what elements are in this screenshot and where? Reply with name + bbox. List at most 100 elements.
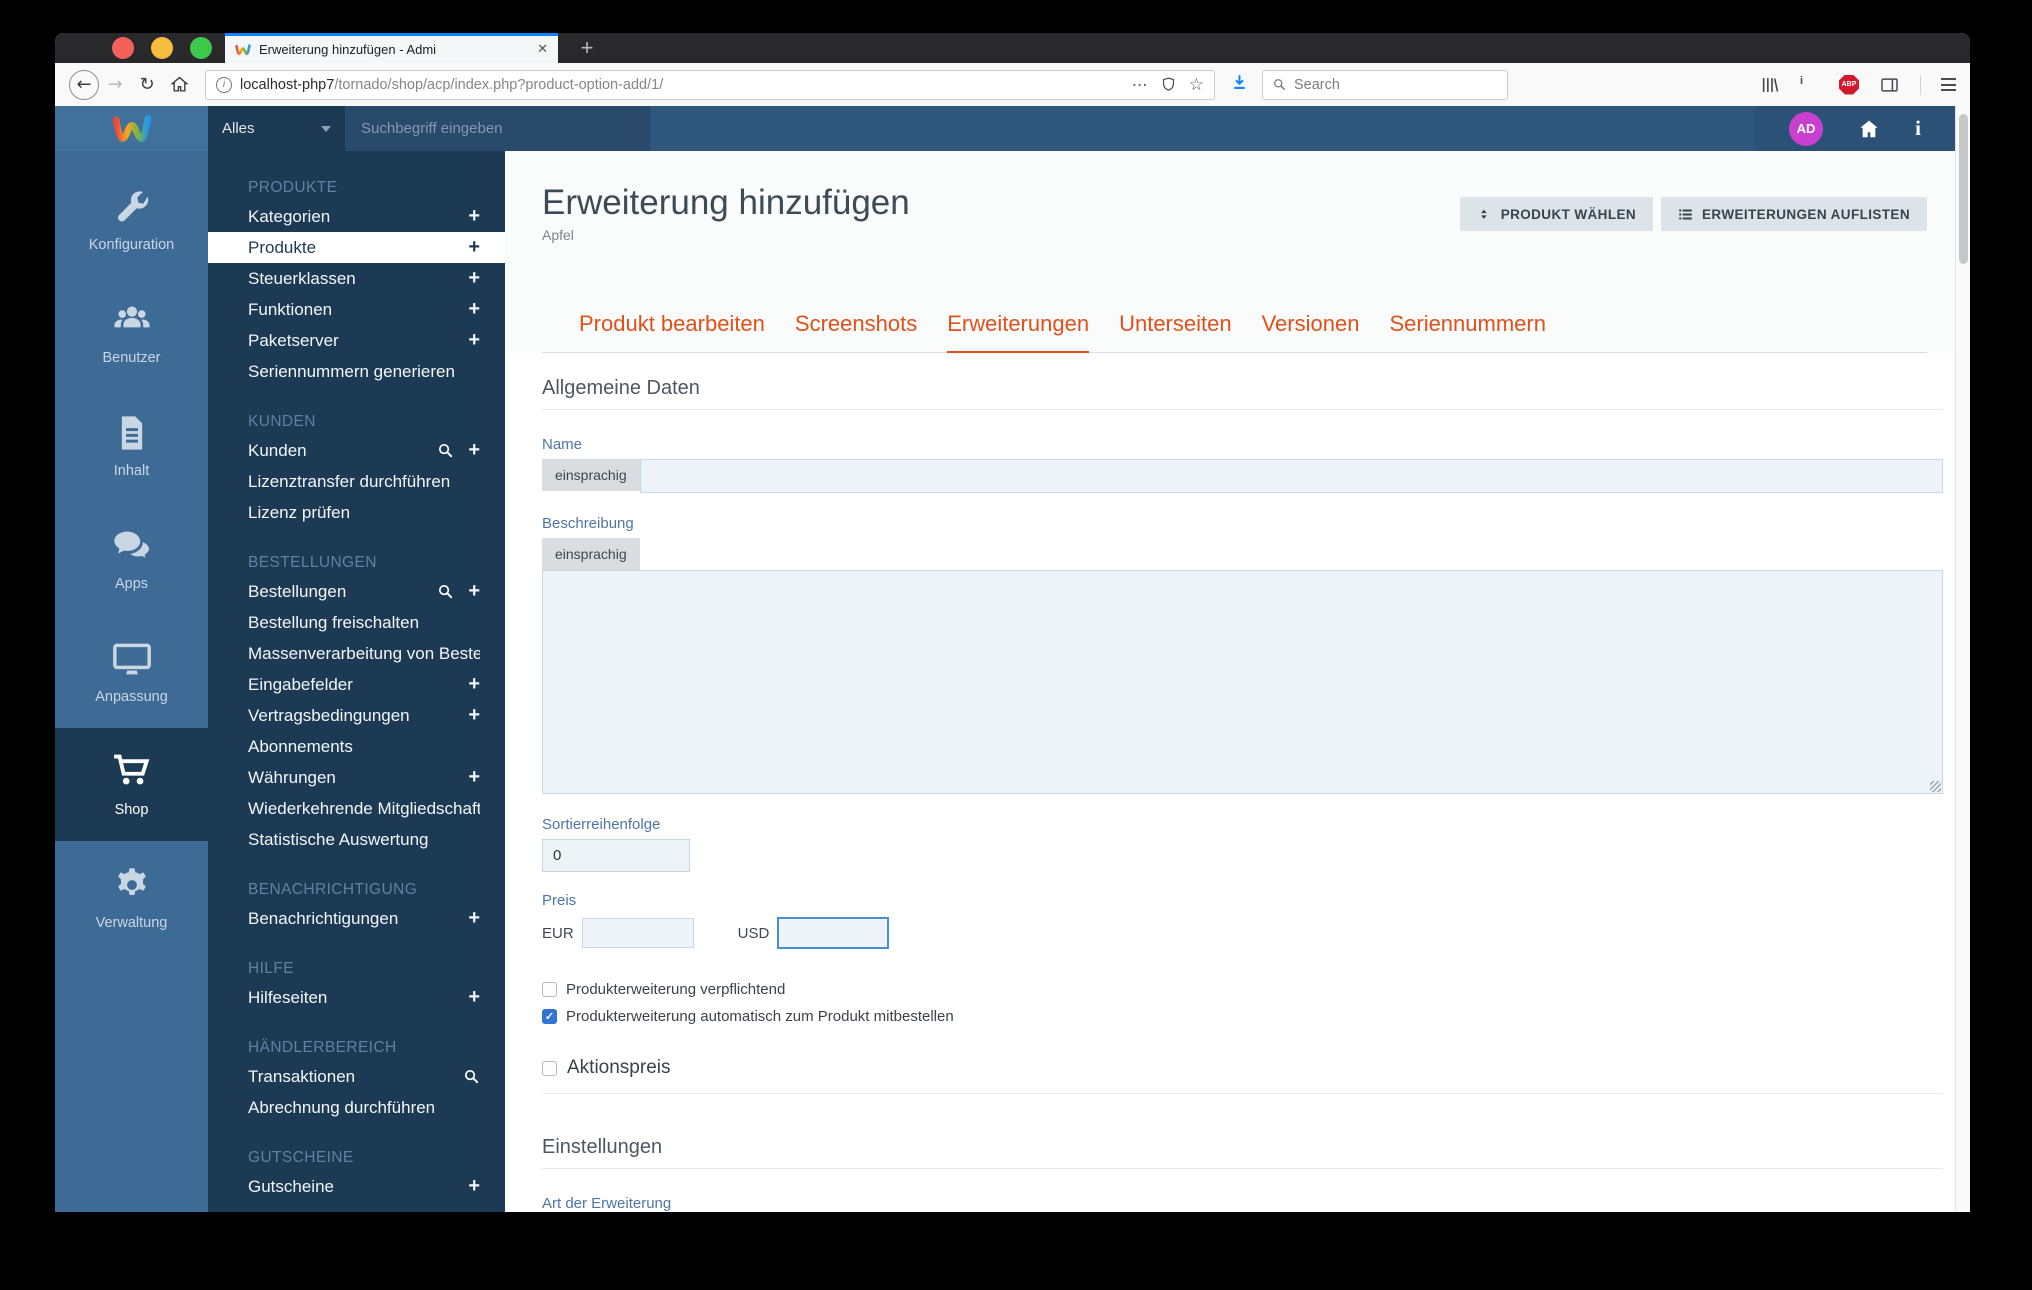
tracking-shield-icon[interactable]: [1160, 76, 1177, 93]
plus-icon[interactable]: +: [468, 673, 480, 696]
plus-icon[interactable]: +: [468, 329, 480, 352]
minimize-window-button[interactable]: [151, 37, 173, 59]
search-icon[interactable]: [437, 442, 454, 459]
account-info-icon[interactable]: i: [1800, 75, 1819, 94]
menu-item-eingabefelder[interactable]: Eingabefelder +: [208, 669, 505, 700]
adblock-icon[interactable]: ABP: [1839, 75, 1859, 95]
promo-price-checkbox[interactable]: [542, 1061, 557, 1076]
home-button[interactable]: [163, 69, 195, 101]
frontend-home-icon[interactable]: [1857, 118, 1881, 140]
menu-item-benachrichtigungen[interactable]: Benachrichtigungen +: [208, 903, 505, 934]
browser-search-field[interactable]: Search: [1262, 70, 1508, 100]
sort-order-input[interactable]: [542, 839, 690, 872]
menu-item-abrechnung[interactable]: Abrechnung durchführen: [208, 1092, 505, 1123]
description-language-tab[interactable]: einsprachig: [542, 538, 640, 570]
plus-icon[interactable]: +: [468, 1175, 480, 1198]
menu-item-lizenz-pruefen[interactable]: Lizenz prüfen: [208, 497, 505, 528]
menu-item-transaktionen[interactable]: Transaktionen: [208, 1061, 505, 1092]
zoom-window-button[interactable]: [190, 37, 212, 59]
menu-item-funktionen[interactable]: Funktionen +: [208, 294, 505, 325]
url-bar[interactable]: i localhost-php7/tornado/shop/acp/index.…: [205, 70, 1215, 100]
menu-item-waehrungen[interactable]: Währungen +: [208, 762, 505, 793]
menu-item-paketserver[interactable]: Paketserver +: [208, 325, 505, 356]
avatar[interactable]: AD: [1789, 112, 1823, 146]
reload-button[interactable]: ↻: [131, 69, 163, 101]
page-scrollbar[interactable]: [1955, 106, 1970, 1212]
tab-produkt-bearbeiten[interactable]: Produkt bearbeiten: [579, 311, 765, 352]
rail-item-inhalt[interactable]: Inhalt: [55, 389, 208, 502]
description-textarea[interactable]: [542, 570, 1943, 794]
search-icon[interactable]: [463, 1068, 480, 1085]
menu-item-kunden[interactable]: Kunden +: [208, 435, 505, 466]
plus-icon[interactable]: +: [468, 580, 480, 603]
menu-item-statistische-auswertung[interactable]: Statistische Auswertung: [208, 824, 505, 855]
tab-close-icon[interactable]: ✕: [537, 42, 548, 57]
close-window-button[interactable]: [112, 37, 134, 59]
tab-unterseiten[interactable]: Unterseiten: [1119, 311, 1232, 352]
tab-screenshots[interactable]: Screenshots: [795, 311, 917, 352]
menu-item-gutscheine[interactable]: Gutscheine +: [208, 1171, 505, 1202]
sidebar-toggle-icon[interactable]: [1879, 75, 1900, 95]
auto-order-checkbox[interactable]: ✓: [542, 1009, 557, 1024]
required-checkbox[interactable]: [542, 982, 557, 997]
menu-item-steuerklassen[interactable]: Steuerklassen +: [208, 263, 505, 294]
plus-icon[interactable]: +: [468, 986, 480, 1009]
tab-seriennummern[interactable]: Seriennummern: [1389, 311, 1546, 352]
rail-item-verwaltung[interactable]: Verwaltung: [55, 841, 208, 954]
menu-item-vertragsbedingungen[interactable]: Vertragsbedingungen +: [208, 700, 505, 731]
forward-button[interactable]: →: [99, 69, 131, 101]
tab-erweiterungen[interactable]: Erweiterungen: [947, 311, 1089, 353]
plus-icon[interactable]: +: [468, 766, 480, 789]
plus-icon[interactable]: +: [468, 704, 480, 727]
menu-item-seriennummern-generieren[interactable]: Seriennummern generieren: [208, 356, 505, 387]
tab-versionen[interactable]: Versionen: [1262, 311, 1360, 352]
page-info-icon[interactable]: i: [216, 77, 232, 93]
search-icon[interactable]: [437, 583, 454, 600]
menu-item-hilfeseiten[interactable]: Hilfeseiten +: [208, 982, 505, 1013]
search-scope-select[interactable]: Alles: [208, 106, 345, 151]
plus-icon[interactable]: +: [468, 907, 480, 930]
plus-icon[interactable]: +: [468, 236, 480, 259]
price-usd-input[interactable]: [777, 917, 889, 949]
choose-product-button[interactable]: PRODUKT WÄHLEN: [1460, 197, 1653, 231]
rail-item-apps[interactable]: Apps: [55, 502, 208, 615]
plus-icon[interactable]: +: [468, 267, 480, 290]
search-icon: [1272, 77, 1287, 92]
menu-item-wiederkehrende-mitgliedschaften[interactable]: Wiederkehrende Mitgliedschaften ...: [208, 793, 505, 824]
price-eur-input[interactable]: [582, 918, 694, 948]
bookmark-star-icon[interactable]: ☆: [1189, 75, 1204, 95]
acp-header-right: AD i: [1755, 106, 1955, 151]
page-actions-icon[interactable]: ⋯: [1132, 75, 1148, 94]
downloads-button[interactable]: [1229, 72, 1250, 98]
description-label: Beschreibung: [542, 515, 1943, 532]
back-button[interactable]: ←: [69, 70, 99, 100]
scrollbar-thumb[interactable]: [1959, 114, 1968, 264]
url-text[interactable]: localhost-php7/tornado/shop/acp/index.ph…: [240, 77, 1124, 93]
plus-icon[interactable]: +: [468, 439, 480, 462]
browser-tab[interactable]: Erweiterung hinzufügen - Admi ✕: [225, 33, 558, 63]
resize-grip[interactable]: [1930, 781, 1941, 792]
rail-item-benutzer[interactable]: Benutzer: [55, 276, 208, 389]
menu-item-kategorien[interactable]: Kategorien +: [208, 201, 505, 232]
menu-item-bestellungen[interactable]: Bestellungen +: [208, 576, 505, 607]
name-language-tab[interactable]: einsprachig: [542, 459, 640, 491]
menu-item-produkte[interactable]: Produkte +: [208, 232, 505, 263]
download-icon: [1229, 72, 1250, 93]
acp-logo[interactable]: [55, 106, 208, 151]
list-extensions-button[interactable]: ERWEITERUNGEN AUFLISTEN: [1661, 197, 1927, 231]
plus-icon[interactable]: +: [468, 205, 480, 228]
plus-icon[interactable]: +: [468, 298, 480, 321]
menu-item-lizenztransfer[interactable]: Lizenztransfer durchführen: [208, 466, 505, 497]
menu-item-abonnements[interactable]: Abonnements: [208, 731, 505, 762]
rail-item-anpassung[interactable]: Anpassung: [55, 615, 208, 728]
menu-item-massenverarbeitung[interactable]: Massenverarbeitung von Bestellun...: [208, 638, 505, 669]
menu-icon[interactable]: [1941, 78, 1956, 91]
rail-item-konfiguration[interactable]: Konfiguration: [55, 163, 208, 276]
new-tab-button[interactable]: +: [571, 33, 603, 63]
info-icon[interactable]: i: [1915, 116, 1921, 141]
acp-search-field[interactable]: Suchbegriff eingeben: [345, 106, 650, 151]
name-input[interactable]: [640, 459, 1943, 493]
rail-item-shop[interactable]: Shop: [55, 728, 208, 841]
library-icon[interactable]: [1759, 75, 1780, 95]
menu-item-bestellung-freischalten[interactable]: Bestellung freischalten: [208, 607, 505, 638]
